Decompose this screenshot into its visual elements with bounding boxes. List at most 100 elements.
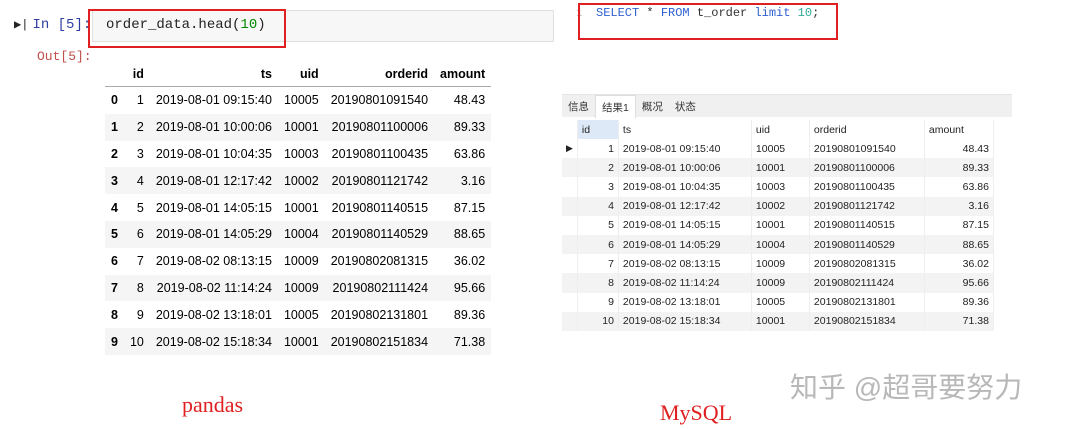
- table-cell[interactable]: 20190801091540: [809, 139, 925, 159]
- table-cell[interactable]: 2: [577, 158, 619, 178]
- table-cell[interactable]: 9: [577, 292, 619, 312]
- table-cell[interactable]: 10005: [751, 292, 810, 312]
- pandas-dataframe: id ts uid orderid amount 0 1 2019-08-01 09:15:4…: [105, 62, 492, 355]
- table-cell[interactable]: 10009: [751, 254, 810, 274]
- table-cell[interactable]: 20190802131801: [809, 292, 925, 312]
- row-selector: ▶: [562, 139, 578, 159]
- table-cell[interactable]: 10: [577, 311, 619, 331]
- table-row: 7 8 2019-08-02 11:14:24 10009 20190802111424…: [105, 274, 492, 302]
- table-cell[interactable]: 87.15: [924, 215, 994, 235]
- table-cell: 20190802111424: [324, 274, 435, 302]
- row-selector: [562, 254, 578, 274]
- table-cell[interactable]: 20190801140515: [809, 215, 925, 235]
- table-cell[interactable]: 10002: [751, 196, 810, 216]
- table-cell[interactable]: 20190802081315: [809, 254, 925, 274]
- table-cell: 2019-08-02 08:13:15: [155, 254, 272, 269]
- table-cell: 10009: [277, 274, 325, 302]
- table-cell[interactable]: 71.38: [924, 311, 994, 331]
- table-cell: 10005: [283, 307, 319, 322]
- table-row[interactable]: 2 2019-08-01 10:00:06 10001 20190801100006 8…: [562, 158, 994, 178]
- table-cell: 7: [136, 254, 144, 269]
- table-cell[interactable]: 10003: [751, 177, 810, 197]
- table-cell[interactable]: 6: [577, 234, 619, 255]
- table-row[interactable]: 6 2019-08-01 14:05:29 10004 20190801140529 8…: [562, 234, 994, 255]
- table-cell[interactable]: 2019-08-02 11:14:24: [618, 273, 752, 293]
- column-header: uid: [277, 62, 325, 87]
- table-cell[interactable]: 10004: [751, 234, 810, 255]
- table-cell: 1: [136, 93, 144, 108]
- table-row[interactable]: 10 2019-08-02 15:18:34 10001 20190802151834…: [562, 311, 994, 331]
- column-header[interactable]: ts: [618, 120, 752, 139]
- table-cell[interactable]: 10005: [751, 139, 810, 159]
- table-cell: 2019-08-02 13:18:01: [155, 307, 272, 322]
- table-row[interactable]: 3 2019-08-01 10:04:35 10003 20190801100435 6…: [562, 177, 994, 197]
- table-row[interactable]: 9 2019-08-02 13:18:01 10005 20190802131801 8…: [562, 292, 994, 312]
- table-cell[interactable]: 3.16: [924, 196, 994, 216]
- column-header[interactable]: uid: [751, 120, 810, 139]
- table-cell[interactable]: 2019-08-01 10:04:35: [618, 177, 752, 197]
- table-cell: 2019-08-01 14:05:15: [155, 200, 272, 215]
- highlight-box: [578, 3, 838, 40]
- mysql-result-grid[interactable]: id ts uid orderid amount ▶ 1 2019-08-01 09:15:4…: [562, 120, 994, 331]
- tab-info[interactable]: 信息: [562, 95, 595, 118]
- table-cell[interactable]: 2019-08-01 14:05:29: [618, 234, 752, 255]
- table-row: 2 3 2019-08-01 10:04:35 10003 20190801100435…: [105, 141, 491, 168]
- tab-status[interactable]: 状态: [669, 95, 702, 118]
- table-cell[interactable]: 95.66: [924, 273, 994, 293]
- table-cell[interactable]: 20190801100435: [809, 177, 925, 197]
- table-row: 5 6 2019-08-01 14:05:29 10004 20190801140529…: [105, 220, 492, 248]
- table-cell[interactable]: 2019-08-01 09:15:40: [618, 139, 752, 159]
- run-cell-icon[interactable]: ▶|: [14, 18, 28, 32]
- table-row[interactable]: ▶ 1 2019-08-01 09:15:40 10005 20190801091540…: [562, 139, 994, 159]
- table-cell[interactable]: 20190801121742: [809, 196, 925, 216]
- table-cell: 20190801091540: [330, 93, 429, 108]
- table-cell[interactable]: 2019-08-02 08:13:15: [618, 254, 752, 274]
- table-cell[interactable]: 1: [577, 139, 619, 159]
- table-cell: 10: [123, 328, 150, 355]
- column-header[interactable]: id: [577, 120, 619, 139]
- table-cell[interactable]: 88.65: [924, 234, 994, 255]
- table-cell[interactable]: 20190801140529: [809, 234, 925, 255]
- row-index: 6: [111, 254, 118, 269]
- table-cell[interactable]: 10001: [751, 215, 810, 235]
- table-cell[interactable]: 2019-08-01 10:00:06: [618, 158, 752, 178]
- table-cell: 2019-08-01 12:17:42: [149, 167, 278, 195]
- table-row[interactable]: 7 2019-08-02 08:13:15 10009 20190802081315 3…: [562, 254, 994, 274]
- table-cell: 20190801140529: [324, 220, 435, 248]
- table-cell[interactable]: 2019-08-02 15:18:34: [618, 311, 752, 331]
- table-cell[interactable]: 5: [577, 215, 619, 235]
- table-row[interactable]: 4 2019-08-01 12:17:42 10002 20190801121742 3…: [562, 196, 994, 216]
- column-header[interactable]: orderid: [809, 120, 925, 139]
- table-cell[interactable]: 48.43: [924, 139, 994, 159]
- table-cell[interactable]: 20190801100006: [809, 158, 925, 178]
- table-cell[interactable]: 20190802111424: [809, 273, 925, 293]
- table-cell[interactable]: 2019-08-02 13:18:01: [618, 292, 752, 312]
- table-cell: 36.02: [453, 254, 486, 269]
- table-cell[interactable]: 10001: [751, 158, 810, 178]
- table-cell[interactable]: 20190802151834: [809, 311, 925, 331]
- table-cell[interactable]: 3: [577, 177, 619, 197]
- row-index: 3: [105, 167, 124, 195]
- tab-result1[interactable]: 结果1: [595, 95, 636, 118]
- table-cell[interactable]: 89.33: [924, 158, 994, 178]
- table-cell: 63.86: [453, 146, 486, 161]
- table-cell[interactable]: 8: [577, 273, 619, 293]
- table-cell[interactable]: 2019-08-01 14:05:15: [618, 215, 752, 235]
- table-cell[interactable]: 7: [577, 254, 619, 274]
- table-cell: 3: [136, 146, 144, 161]
- column-header[interactable]: amount: [924, 120, 994, 139]
- table-cell: 10005: [283, 93, 319, 108]
- table-cell[interactable]: 2019-08-01 12:17:42: [618, 196, 752, 216]
- table-cell[interactable]: 10009: [751, 273, 810, 293]
- table-cell[interactable]: 63.86: [924, 177, 994, 197]
- table-cell: 8: [123, 274, 150, 302]
- tab-overview[interactable]: 概况: [636, 95, 669, 118]
- table-row[interactable]: 5 2019-08-01 14:05:15 10001 20190801140515 8…: [562, 215, 994, 235]
- table-cell[interactable]: 89.36: [924, 292, 994, 312]
- table-cell[interactable]: 10001: [751, 311, 810, 331]
- table-cell[interactable]: 4: [577, 196, 619, 216]
- table-cell: 3.16: [434, 167, 492, 195]
- row-index: 8: [111, 307, 118, 322]
- table-cell[interactable]: 36.02: [924, 254, 994, 274]
- table-row[interactable]: 8 2019-08-02 11:14:24 10009 20190802111424 9…: [562, 273, 994, 293]
